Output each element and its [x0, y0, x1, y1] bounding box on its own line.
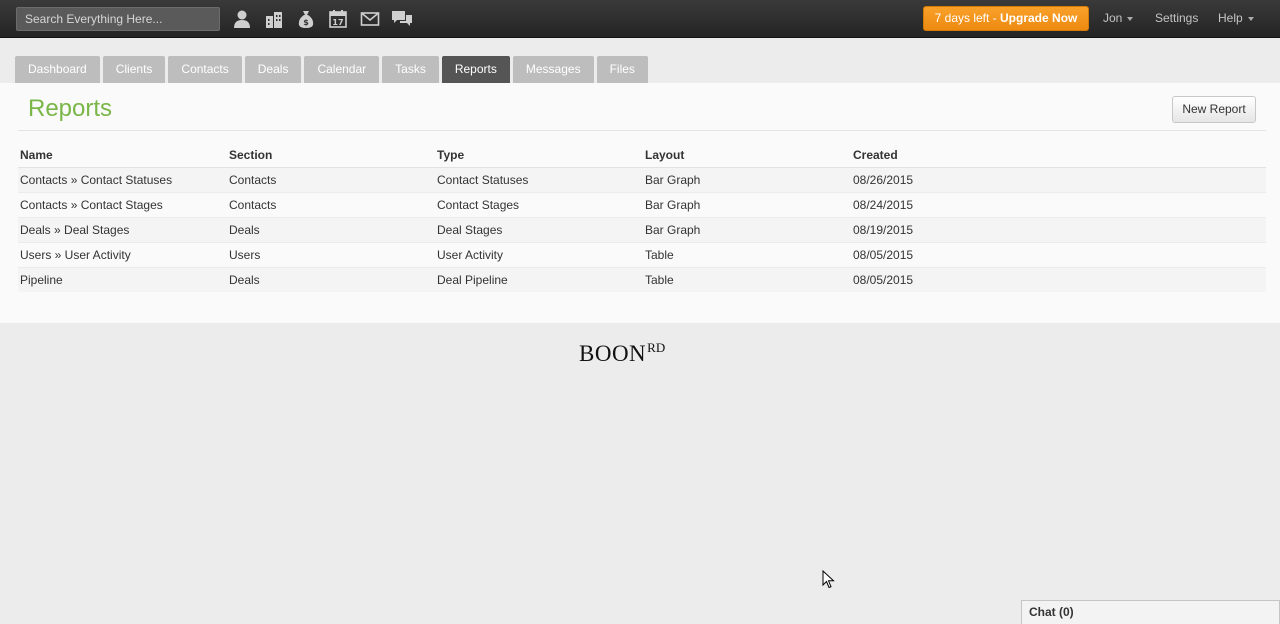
report-section: Deals: [227, 267, 435, 292]
chevron-down-icon: [1127, 16, 1134, 21]
tab-calendar[interactable]: Calendar: [304, 56, 380, 83]
page-title: Reports: [28, 95, 113, 122]
help-menu[interactable]: Help: [1218, 0, 1254, 36]
tab-contacts[interactable]: Contacts: [168, 56, 242, 83]
column-header-created[interactable]: Created: [851, 143, 1266, 168]
report-section: Contacts: [227, 167, 435, 193]
report-type: Contact Stages: [435, 192, 643, 218]
table-row[interactable]: Contacts » Contact Stages Contacts Conta…: [18, 192, 1266, 218]
report-section: Contacts: [227, 192, 435, 218]
upgrade-now-label: Upgrade Now: [1000, 11, 1078, 25]
user-name: Jon: [1103, 11, 1123, 25]
boonrd-logo[interactable]: BOONRD: [579, 340, 665, 367]
quick-add-icons: $ 17: [226, 8, 418, 30]
report-name[interactable]: Contacts » Contact Stages: [18, 192, 227, 218]
report-layout: Table: [643, 267, 851, 292]
search-input[interactable]: [16, 7, 220, 31]
help-label: Help: [1218, 11, 1243, 25]
report-layout: Bar Graph: [643, 167, 851, 193]
report-name[interactable]: Contacts » Contact Statuses: [18, 167, 227, 193]
settings-label: Settings: [1155, 11, 1199, 25]
report-layout: Bar Graph: [643, 192, 851, 218]
report-section: Users: [227, 242, 435, 268]
buildings-icon[interactable]: [258, 8, 290, 30]
report-layout: Table: [643, 242, 851, 268]
report-name[interactable]: Users » User Activity: [18, 242, 227, 268]
table-row[interactable]: Pipeline Deals Deal Pipeline Table 08/05…: [18, 267, 1266, 292]
report-type: Contact Statuses: [435, 167, 643, 193]
chat-bubbles-icon[interactable]: [386, 8, 418, 30]
report-created: 08/05/2015: [851, 242, 1266, 268]
table-row[interactable]: Deals » Deal Stages Deals Deal Stages Ba…: [18, 217, 1266, 243]
report-created: 08/05/2015: [851, 267, 1266, 292]
person-icon[interactable]: [226, 8, 258, 30]
report-type: Deal Pipeline: [435, 267, 643, 292]
report-created: 08/19/2015: [851, 217, 1266, 243]
report-type: User Activity: [435, 242, 643, 268]
envelope-icon[interactable]: [354, 8, 386, 30]
calendar-icon[interactable]: 17: [322, 8, 354, 30]
tab-reports[interactable]: Reports: [441, 56, 510, 83]
reports-panel: Reports New Report Name Section Type Lay…: [0, 83, 1280, 323]
tab-dashboard[interactable]: Dashboard: [15, 56, 100, 83]
reports-table: Name Section Type Layout Created Contact…: [18, 143, 1266, 292]
column-header-layout[interactable]: Layout: [643, 143, 851, 168]
calendar-icon-day: 17: [332, 18, 343, 27]
tab-deals[interactable]: Deals: [244, 56, 302, 83]
report-created: 08/24/2015: [851, 192, 1266, 218]
logo-text: BOON: [579, 341, 647, 366]
tab-messages[interactable]: Messages: [512, 56, 594, 83]
new-report-button[interactable]: New Report: [1172, 96, 1256, 123]
report-type: Deal Stages: [435, 217, 643, 243]
table-header-row: Name Section Type Layout Created: [18, 143, 1266, 168]
settings-link[interactable]: Settings: [1155, 0, 1198, 36]
report-name[interactable]: Deals » Deal Stages: [18, 217, 227, 243]
tab-clients[interactable]: Clients: [102, 56, 166, 83]
report-section: Deals: [227, 217, 435, 243]
user-menu[interactable]: Jon: [1103, 0, 1134, 36]
tab-files[interactable]: Files: [596, 56, 648, 83]
main-tabs: Dashboard Clients Contacts Deals Calenda…: [15, 56, 651, 83]
table-row[interactable]: Users » User Activity Users User Activit…: [18, 242, 1266, 268]
report-layout: Bar Graph: [643, 217, 851, 243]
table-row[interactable]: Contacts » Contact Statuses Contacts Con…: [18, 167, 1266, 193]
report-created: 08/26/2015: [851, 167, 1266, 193]
divider: [18, 130, 1266, 131]
chat-bar[interactable]: Chat (0): [1021, 600, 1280, 624]
column-header-name[interactable]: Name: [18, 143, 227, 168]
trial-days-left: 7 days left -: [934, 11, 1001, 25]
logo-superscript: RD: [647, 340, 666, 355]
top-navbar: $ 17 7 days left - Upgrad: [0, 0, 1280, 38]
upgrade-now-button[interactable]: 7 days left - Upgrade Now: [923, 6, 1089, 31]
chevron-down-icon: [1247, 16, 1254, 21]
mouse-cursor-icon: [822, 569, 835, 594]
tab-tasks[interactable]: Tasks: [382, 56, 439, 83]
column-header-section[interactable]: Section: [227, 143, 435, 168]
column-header-type[interactable]: Type: [435, 143, 643, 168]
svg-text:$: $: [303, 18, 309, 27]
money-bag-icon[interactable]: $: [290, 8, 322, 30]
report-name[interactable]: Pipeline: [18, 267, 227, 292]
